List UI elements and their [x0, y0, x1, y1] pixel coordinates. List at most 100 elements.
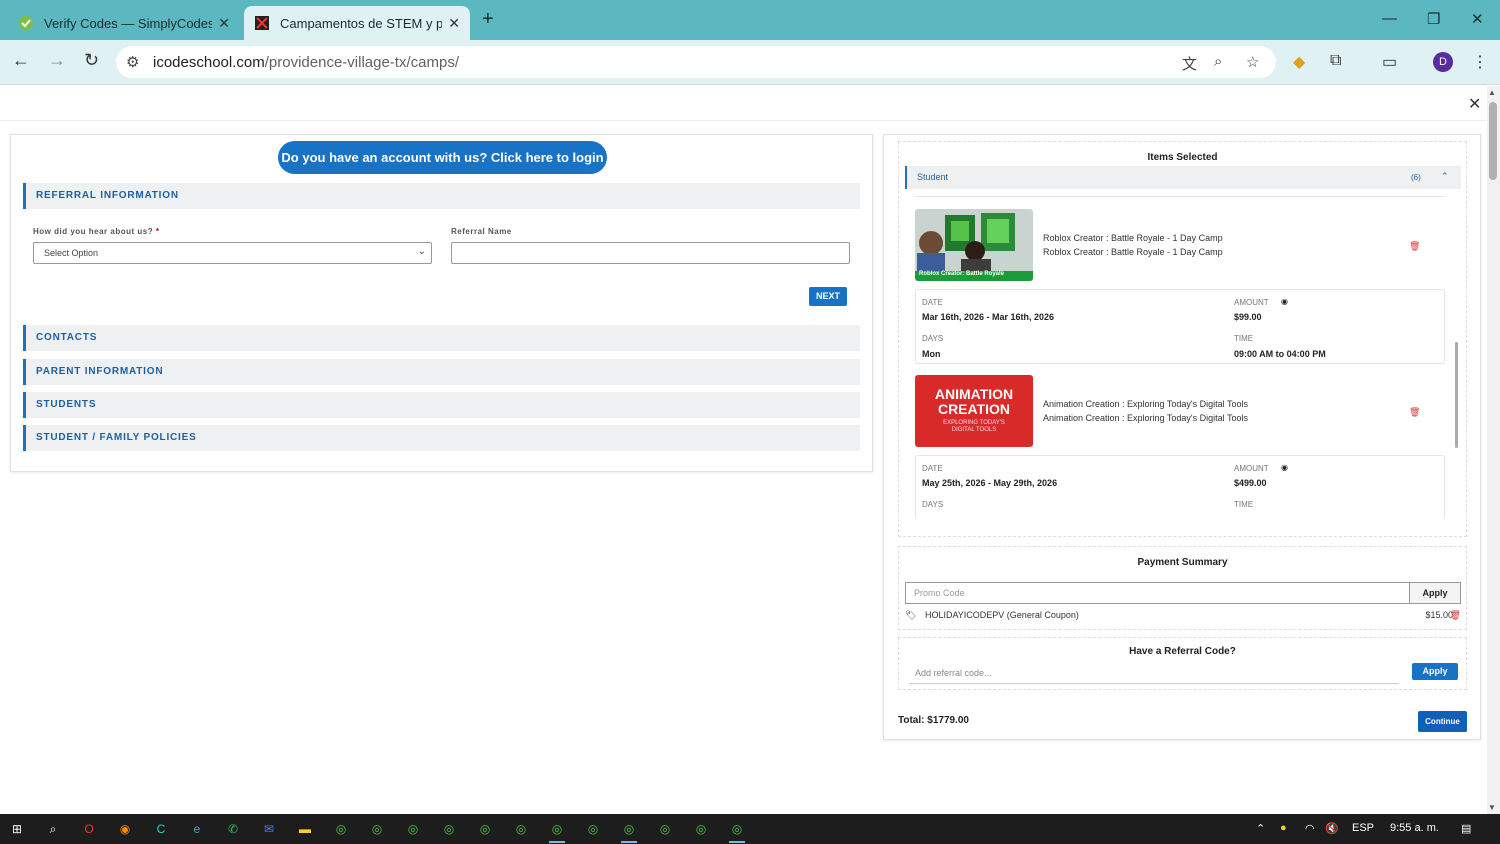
section-students[interactable]: STUDENTS [23, 392, 860, 418]
chrome-icon[interactable]: ◎ [368, 820, 386, 838]
zoom-icon[interactable]: ⌕ [1214, 53, 1222, 70]
clock[interactable]: 9:55 a. m. [1390, 822, 1439, 834]
maximize-icon[interactable]: ❐ [1427, 10, 1440, 28]
promo-code-input[interactable]: Promo Code [905, 582, 1410, 604]
time-label: TIME [1234, 500, 1254, 509]
tab-icodeschool[interactable]: Campamentos de STEM y programas ✕ [244, 6, 470, 40]
payment-summary-title: Payment Summary [1137, 557, 1228, 568]
registration-form-panel: Do you have an account with us? Click he… [10, 134, 873, 472]
translate-icon[interactable]: 文 [1182, 53, 1197, 74]
site-info-icon[interactable]: ⚙ [126, 53, 139, 71]
minimize-icon[interactable]: — [1382, 10, 1397, 27]
tab-close-icon[interactable]: ✕ [448, 15, 460, 32]
tab-close-icon[interactable]: ✕ [218, 15, 230, 32]
referral-code-input[interactable]: Add referral code... [909, 664, 1399, 684]
referral-name-input[interactable] [451, 242, 850, 264]
page-scrollbar[interactable]: ▲ ▼ [1487, 86, 1500, 814]
chrome-icon[interactable]: ◎ [692, 820, 710, 838]
url-text[interactable]: icodeschool.com/providence-village-tx/ca… [153, 54, 459, 71]
continue-button[interactable]: Continue [1418, 711, 1467, 732]
tag-icon: 🏷 [905, 610, 917, 620]
section-contacts[interactable]: CONTACTS [23, 325, 860, 351]
cart-item: Roblox Creator: Battle Royale Roblox Cre… [915, 209, 1445, 281]
page-content: ✕ ▲ ▼ Do you have an account with us? Cl… [0, 86, 1500, 814]
tray-app-icon[interactable]: ● [1280, 822, 1287, 834]
profile-avatar[interactable]: D [1433, 52, 1453, 72]
chevron-down-icon: ⌄ [417, 246, 426, 257]
days-label: DAYS [922, 334, 944, 343]
bookmark-star-icon[interactable]: ☆ [1246, 53, 1259, 71]
order-total: Total: $1779.00 [898, 715, 969, 726]
divider [915, 196, 1445, 197]
chrome-icon[interactable]: ◎ [548, 820, 566, 838]
whatsapp-icon[interactable]: ✆ [224, 820, 242, 838]
item-details: DATE Mar 16th, 2026 - Mar 16th, 2026 AMO… [915, 289, 1445, 364]
edge-icon[interactable]: e [188, 820, 206, 838]
tab-simplycodes[interactable]: Verify Codes — SimplyCodes ✕ [8, 6, 240, 40]
chevron-up-icon[interactable]: ⌃ [1441, 171, 1449, 182]
forward-icon[interactable]: → [48, 50, 66, 71]
trash-icon[interactable]: 🗑 [1409, 241, 1420, 252]
eye-icon[interactable]: ◉ [1281, 297, 1288, 306]
item-subname: Roblox Creator : Battle Royale - 1 Day C… [1043, 247, 1223, 257]
back-icon[interactable]: ← [12, 50, 30, 71]
animation-thumb-title: ANIMATION CREATION [934, 386, 1014, 417]
windows-taskbar: ⊞ ⌕ O ◉ C e ✆ ✉ ▬ ◎ ◎ ◎ ◎ ◎ ◎ ◎ ◎ ◎ ◎ ◎ … [0, 814, 1500, 844]
extension-icon[interactable]: ◆ [1293, 52, 1305, 72]
modal-header [0, 86, 1486, 121]
input-language[interactable]: ESP [1352, 822, 1374, 834]
scrollbar-thumb[interactable] [1489, 102, 1497, 180]
referral-code-title: Have a Referral Code? [1129, 646, 1236, 657]
menu-kebab-icon[interactable]: ⋮ [1472, 52, 1488, 72]
chrome-icon[interactable]: ◎ [404, 820, 422, 838]
scroll-up-icon[interactable]: ▲ [1488, 88, 1496, 97]
reload-icon[interactable]: ↻ [84, 50, 99, 71]
promo-apply-button[interactable]: Apply [1409, 582, 1461, 604]
new-tab-button[interactable]: + [482, 8, 494, 31]
remove-coupon-icon[interactable]: 🗑 [1450, 610, 1461, 621]
section-student-family-policies[interactable]: STUDENT / FAMILY POLICIES [23, 425, 860, 451]
next-button[interactable]: NEXT [809, 287, 847, 306]
tab-search-icon[interactable]: ▭ [1382, 52, 1397, 72]
scroll-down-icon[interactable]: ▼ [1488, 803, 1496, 812]
referral-apply-button[interactable]: Apply [1412, 663, 1458, 680]
chrome-icon[interactable]: ◎ [440, 820, 458, 838]
outlook-icon[interactable]: ✉ [260, 820, 278, 838]
app-icon[interactable]: C [152, 820, 170, 838]
items-scrollbar[interactable] [1455, 342, 1458, 448]
chrome-icon[interactable]: ◎ [656, 820, 674, 838]
chrome-icon[interactable]: ◎ [620, 820, 638, 838]
time-value: 09:00 AM to 04:00 PM [1234, 349, 1326, 359]
chrome-icon[interactable]: ◎ [512, 820, 530, 838]
eye-icon[interactable]: ◉ [1281, 463, 1288, 472]
omnibox[interactable]: ⚙ icodeschool.com/providence-village-tx/… [116, 46, 1276, 78]
chrome-icon[interactable]: ◎ [584, 820, 602, 838]
volume-muted-icon[interactable]: 🔇 [1325, 822, 1339, 835]
days-value: Mon [922, 349, 941, 359]
chrome-icon[interactable]: ◎ [476, 820, 494, 838]
heard-about-select[interactable]: Select Option ⌄ [33, 242, 432, 264]
student-label: Student [917, 172, 949, 182]
trash-icon[interactable]: 🗑 [1409, 407, 1420, 418]
notifications-icon[interactable]: ▤ [1461, 822, 1471, 835]
file-explorer-icon[interactable]: ▬ [296, 820, 314, 838]
student-accordion[interactable]: Student (6) ⌃ [905, 166, 1461, 189]
wifi-icon[interactable]: ◠ [1305, 822, 1315, 835]
item-name: Roblox Creator : Battle Royale - 1 Day C… [1043, 233, 1223, 243]
windows-start-icon[interactable]: ⊞ [8, 820, 26, 838]
firefox-icon[interactable]: ◉ [116, 820, 134, 838]
animation-thumbnail: ANIMATION CREATION EXPLORING TODAY'S DIG… [915, 375, 1033, 447]
extensions-puzzle-icon[interactable]: ⧉ [1330, 52, 1341, 70]
section-referral-information[interactable]: REFERRAL INFORMATION [23, 183, 860, 209]
chrome-icon[interactable]: ◎ [728, 820, 746, 838]
window-close-icon[interactable]: ✕ [1471, 10, 1484, 28]
section-parent-information[interactable]: PARENT INFORMATION [23, 359, 860, 385]
chrome-icon[interactable]: ◎ [332, 820, 350, 838]
login-button[interactable]: Do you have an account with us? Click he… [278, 141, 607, 174]
tray-chevron-up-icon[interactable]: ⌃ [1256, 822, 1265, 835]
search-icon[interactable]: ⌕ [44, 820, 62, 838]
opera-icon[interactable]: O [80, 820, 98, 838]
items-scroll-area[interactable]: Roblox Creator: Battle Royale Roblox Cre… [905, 196, 1455, 518]
modal-close-icon[interactable]: ✕ [1468, 94, 1481, 114]
date-value: Mar 16th, 2026 - Mar 16th, 2026 [922, 312, 1055, 322]
